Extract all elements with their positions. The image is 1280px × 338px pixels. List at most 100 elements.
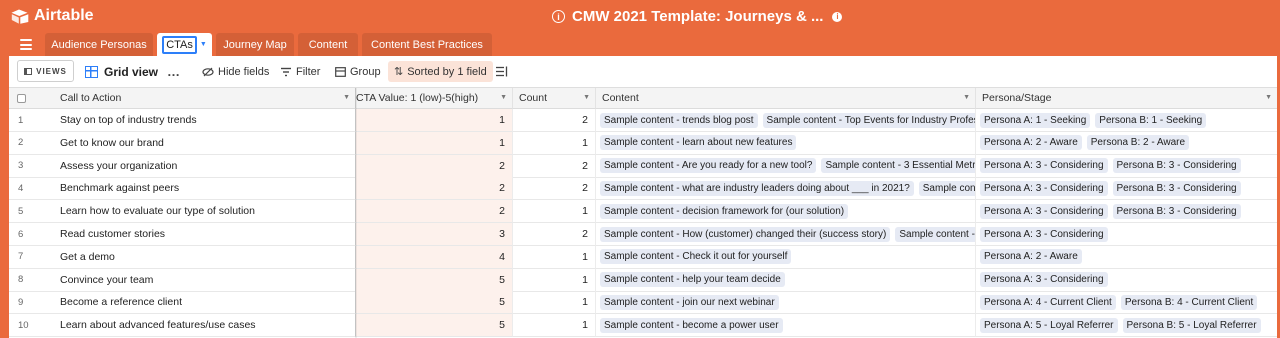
view-menu-button[interactable]: … xyxy=(167,62,181,81)
airtable-logo[interactable]: Airtable xyxy=(11,7,94,25)
tab-content-best-practices[interactable]: Content Best Practices xyxy=(362,33,492,56)
cta-value-cell[interactable]: 1 xyxy=(356,131,513,155)
table-row[interactable]: 3 Assess your organization 2 2 Sample conten… xyxy=(9,154,1277,178)
group-button[interactable]: Group xyxy=(335,62,381,81)
content-cell[interactable]: Sample content - decision framework for … xyxy=(596,200,976,224)
linked-record-pill[interactable]: Persona A: 3 - Considering xyxy=(980,272,1108,288)
persona-stage-cell[interactable]: Persona A: 2 - Aware Persona B: 2 - Aware xyxy=(976,132,1277,155)
linked-record-pill[interactable]: Persona A: 3 - Considering xyxy=(980,180,1108,196)
call-to-action-cell[interactable]: Stay on top of industry trends xyxy=(55,109,356,132)
call-to-action-cell[interactable]: Learn how to evaluate our type of soluti… xyxy=(55,200,356,224)
column-header-call-to-action[interactable]: Call to Action ▼ xyxy=(55,88,356,109)
column-header-count[interactable]: Count ▼ xyxy=(513,88,596,109)
call-to-action-cell[interactable]: Convince your team xyxy=(55,268,356,292)
base-info-icon[interactable]: i xyxy=(552,10,565,23)
linked-record-pill[interactable]: Sample content - help your team decide xyxy=(600,272,785,288)
linked-record-pill[interactable]: Persona A: 3 - Considering xyxy=(980,226,1108,242)
cta-value-cell[interactable]: 1 xyxy=(356,109,513,132)
column-menu-icon[interactable]: ▼ xyxy=(1265,94,1272,101)
content-cell[interactable]: Sample content - become a power user xyxy=(596,314,976,338)
linked-record-pill[interactable]: Sample content - 3 Essential Metrics f xyxy=(821,158,975,174)
linked-record-pill[interactable]: Sample content - To xyxy=(895,226,975,242)
count-cell[interactable]: 2 xyxy=(513,223,596,246)
hide-fields-button[interactable]: Hide fields xyxy=(202,62,269,81)
linked-record-pill[interactable]: Persona B: 3 - Considering xyxy=(1112,180,1241,196)
column-menu-icon[interactable]: ▼ xyxy=(963,94,970,101)
linked-record-pill[interactable]: Sample content - what are industry leade… xyxy=(600,180,914,196)
table-row[interactable]: 2 Get to know our brand 1 1 Sample content -… xyxy=(9,131,1277,155)
cta-value-cell[interactable]: 5 xyxy=(356,268,513,292)
content-cell[interactable]: Sample content - join our next webinar xyxy=(596,291,976,315)
count-cell[interactable]: 2 xyxy=(513,154,596,178)
select-all-checkbox[interactable] xyxy=(17,93,26,103)
linked-record-pill[interactable]: Persona A: 5 - Loyal Referrer xyxy=(980,317,1118,333)
cta-value-cell[interactable]: 2 xyxy=(356,154,513,178)
view-switcher[interactable]: Grid view xyxy=(85,62,158,81)
table-row[interactable]: 5 Learn how to evaluate our type of solut… xyxy=(9,200,1277,224)
row-height-button[interactable] xyxy=(496,62,512,81)
persona-stage-cell[interactable]: Persona A: 3 - Considering xyxy=(976,269,1277,292)
linked-record-pill[interactable]: Persona A: 2 - Aware xyxy=(980,249,1082,265)
linked-record-pill[interactable]: Persona A: 3 - Considering xyxy=(980,203,1108,219)
linked-record-pill[interactable]: Persona A: 2 - Aware xyxy=(980,135,1082,151)
column-menu-icon[interactable]: ▼ xyxy=(583,94,590,101)
linked-record-pill[interactable]: Sample content - learn about new feature… xyxy=(600,135,797,151)
cta-value-cell[interactable]: 2 xyxy=(356,200,513,224)
linked-record-pill[interactable]: Sample content - xyxy=(918,180,975,196)
linked-record-pill[interactable]: Persona B: 2 - Aware xyxy=(1086,135,1190,151)
table-row[interactable]: 10 Learn about advanced features/use case… xyxy=(9,314,1277,338)
persona-stage-cell[interactable]: Persona A: 3 - Considering xyxy=(976,223,1277,246)
tab-content[interactable]: Content xyxy=(298,33,358,56)
persona-stage-cell[interactable]: Persona A: 5 - Loyal Referrer Persona B: … xyxy=(976,314,1277,338)
table-row[interactable]: 4 Benchmark against peers 2 2 Sample content… xyxy=(9,177,1277,201)
table-row[interactable]: 6 Read customer stories 3 2 Sample content -… xyxy=(9,223,1277,246)
content-cell[interactable]: Sample content - Are you ready for a new… xyxy=(596,154,976,178)
call-to-action-cell[interactable]: Learn about advanced features/use cases xyxy=(55,314,356,338)
linked-record-pill[interactable]: Sample content - How (customer) changed … xyxy=(600,226,891,242)
linked-record-pill[interactable]: Persona A: 4 - Current Client xyxy=(980,294,1116,310)
tab-ctas[interactable]: CTAs ▼ xyxy=(157,33,212,56)
call-to-action-cell[interactable]: Get to know our brand xyxy=(55,131,356,155)
content-cell[interactable]: Sample content - help your team decide xyxy=(596,268,976,292)
cta-value-cell[interactable]: 3 xyxy=(356,223,513,246)
filter-button[interactable]: Filter xyxy=(280,62,320,81)
content-cell[interactable]: Sample content - learn about new feature… xyxy=(596,131,976,155)
table-row[interactable]: 1 Stay on top of industry trends 1 2 Sample … xyxy=(9,109,1277,132)
linked-record-pill[interactable]: Sample content - Check it out for yourse… xyxy=(600,249,792,265)
linked-record-pill[interactable]: Sample content - join our next webinar xyxy=(600,294,779,310)
column-menu-icon[interactable]: ▼ xyxy=(500,94,507,101)
sort-button[interactable]: ⇅ Sorted by 1 field xyxy=(388,61,493,82)
count-cell[interactable]: 1 xyxy=(513,268,596,292)
tab-journey-map[interactable]: Journey Map xyxy=(216,33,294,56)
content-cell[interactable]: Sample content - what are industry leade… xyxy=(596,177,976,201)
count-cell[interactable]: 1 xyxy=(513,291,596,315)
call-to-action-cell[interactable]: Get a demo xyxy=(55,245,356,269)
persona-stage-cell[interactable]: Persona A: 1 - Seeking Persona B: 1 - See… xyxy=(976,109,1277,132)
linked-record-pill[interactable]: Persona B: 3 - Considering xyxy=(1112,158,1241,174)
tab-audience-personas[interactable]: Audience Personas xyxy=(45,33,153,56)
count-cell[interactable]: 1 xyxy=(513,131,596,155)
table-row[interactable]: 7 Get a demo 4 1 Sample content - Check it o… xyxy=(9,245,1277,269)
base-title[interactable]: i CMW 2021 Template: Journeys & ... i xyxy=(552,8,843,25)
call-to-action-cell[interactable]: Assess your organization xyxy=(55,154,356,178)
linked-record-pill[interactable]: Persona A: 3 - Considering xyxy=(980,158,1108,174)
linked-record-pill[interactable]: Sample content - decision framework for … xyxy=(600,203,849,219)
linked-record-pill[interactable]: Persona B: 3 - Considering xyxy=(1112,203,1241,219)
column-header-cta-value[interactable]: CTA Value: 1 (low)-5(high) ▼ xyxy=(356,88,513,109)
persona-stage-cell[interactable]: Persona A: 2 - Aware xyxy=(976,246,1277,269)
table-row[interactable]: 9 Become a reference client 5 1 Sample conte… xyxy=(9,291,1277,315)
call-to-action-cell[interactable]: Read customer stories xyxy=(55,223,356,246)
description-info-icon[interactable]: i xyxy=(832,11,843,22)
count-cell[interactable]: 1 xyxy=(513,314,596,338)
call-to-action-cell[interactable]: Benchmark against peers xyxy=(55,177,356,201)
column-header-content[interactable]: Content ▼ xyxy=(596,88,976,109)
call-to-action-cell[interactable]: Become a reference client xyxy=(55,291,356,315)
table-row[interactable]: 8 Convince your team 5 1 Sample content - he… xyxy=(9,268,1277,292)
column-menu-icon[interactable]: ▼ xyxy=(343,94,350,101)
linked-record-pill[interactable]: Sample content - become a power user xyxy=(600,317,783,333)
content-cell[interactable]: Sample content - How (customer) changed … xyxy=(596,223,976,246)
linked-record-pill[interactable]: Sample content - Are you ready for a new… xyxy=(600,158,817,174)
cta-value-cell[interactable]: 5 xyxy=(356,291,513,315)
tab-dropdown-icon[interactable]: ▼ xyxy=(200,41,207,48)
count-cell[interactable]: 2 xyxy=(513,177,596,201)
